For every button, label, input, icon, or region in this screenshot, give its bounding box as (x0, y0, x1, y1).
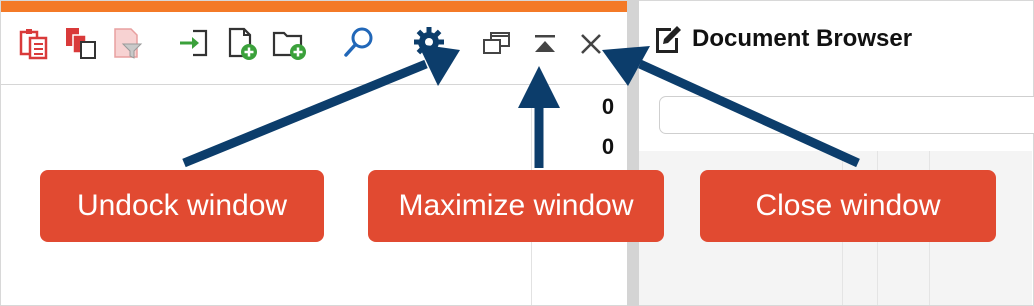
callout-undock-window: Undock window (40, 170, 324, 242)
callout-close-window: Close window (700, 170, 996, 242)
arrow-maximize (518, 66, 560, 168)
arrow-close (602, 46, 860, 168)
annotation-arrows (182, 44, 860, 168)
callout-maximize-window: Maximize window (368, 170, 664, 242)
arrow-undock (182, 44, 460, 168)
